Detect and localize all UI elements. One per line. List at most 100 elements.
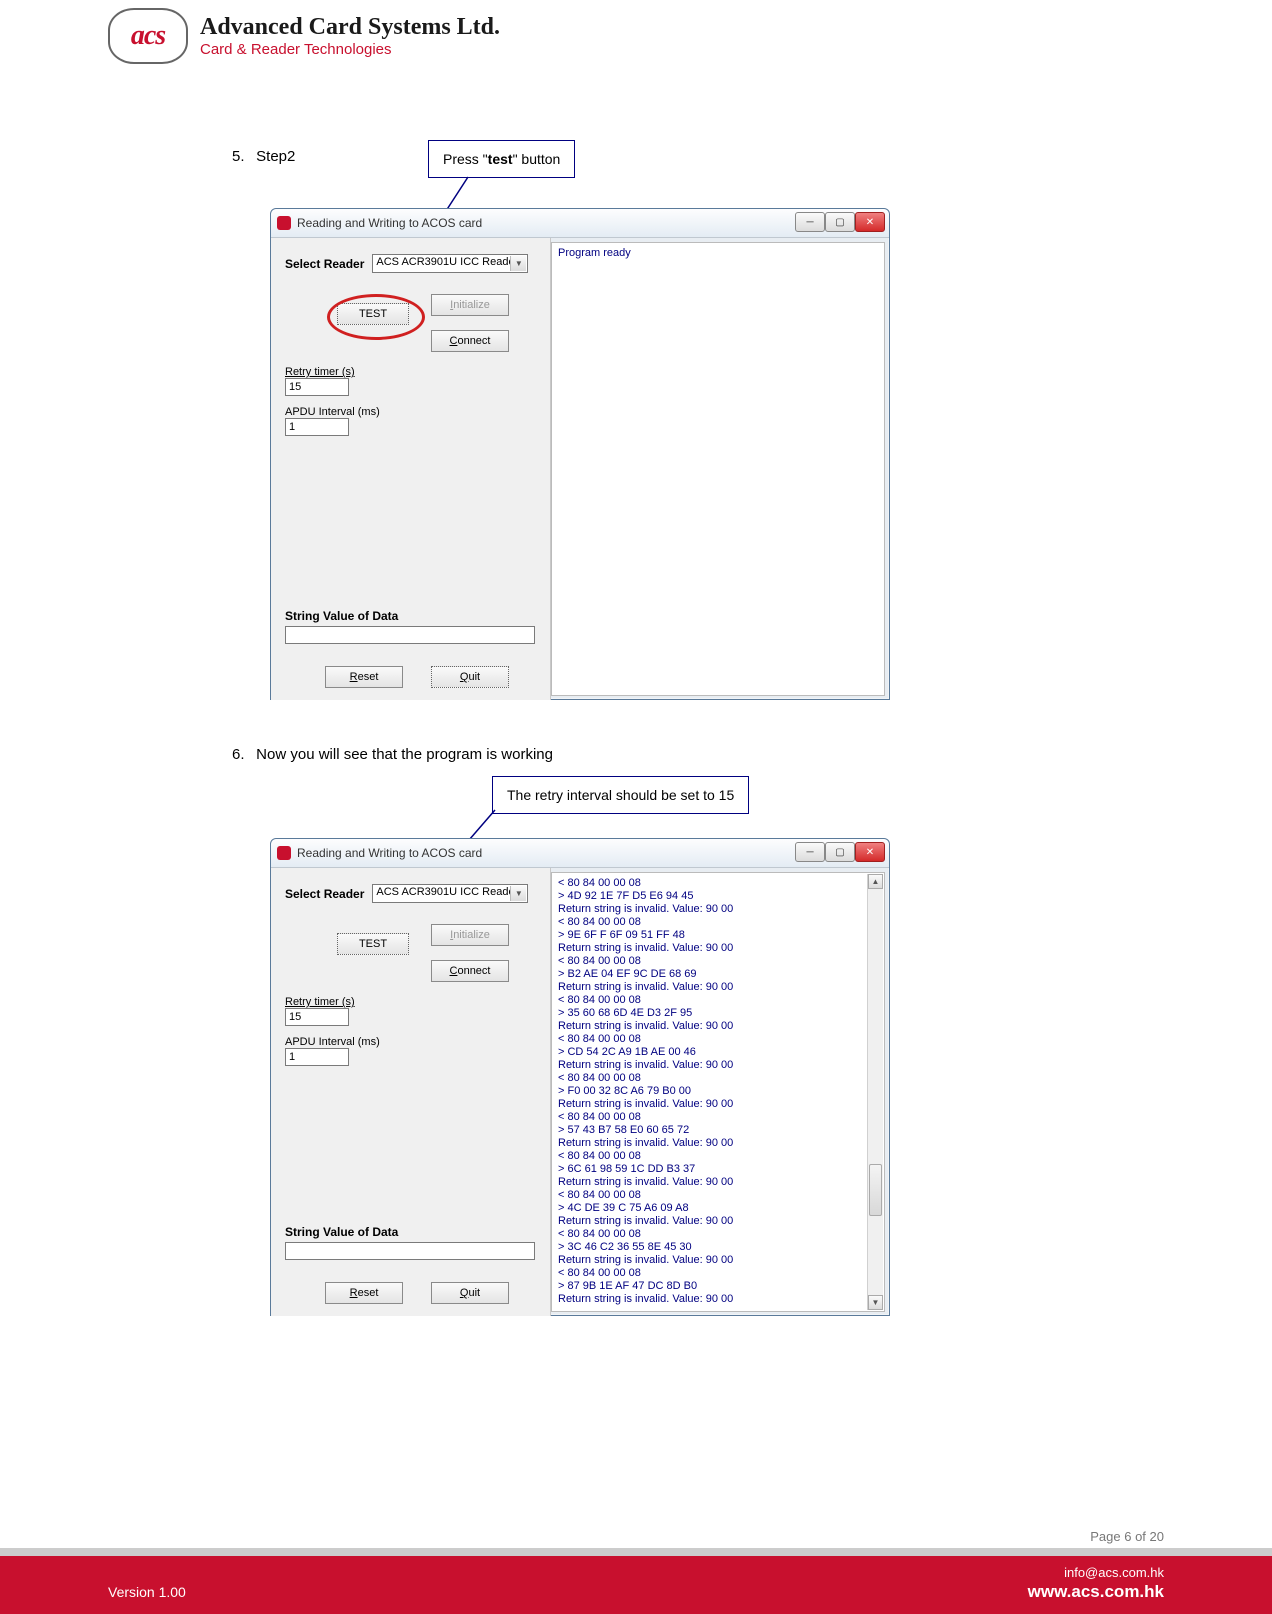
chevron-down-icon[interactable]: ▼: [510, 256, 526, 271]
app-window-1: Reading and Writing to ACOS card ─ ▢ ✕ S…: [270, 208, 890, 700]
chevron-down-icon[interactable]: ▼: [510, 886, 526, 901]
window-body: Select Reader ACS ACR3901U ICC Reade ▼ T…: [271, 238, 889, 700]
log-line: < 80 84 00 00 08: [558, 955, 878, 968]
retry-timer-label: Retry timer (s): [285, 996, 355, 1008]
log-line: > 6C 61 98 59 1C DD B3 37: [558, 1163, 878, 1176]
log-line: > 4D 92 1E 7F D5 E6 94 45: [558, 890, 878, 903]
log-line: < 80 84 00 00 08: [558, 1111, 878, 1124]
retry-timer-label: Retry timer (s): [285, 366, 355, 378]
left-panel: Select Reader ACS ACR3901U ICC Reade ▼ T…: [271, 238, 551, 700]
log-line: Return string is invalid. Value: 90 00: [558, 1098, 878, 1111]
log-line: < 80 84 00 00 08: [558, 1033, 878, 1046]
test-button[interactable]: TEST: [337, 933, 409, 955]
window-favicon: [277, 216, 291, 230]
log-line: < 80 84 00 00 08: [558, 1189, 878, 1202]
log-line: Return string is invalid. Value: 90 00: [558, 1137, 878, 1150]
document-page: acs Advanced Card Systems Ltd. Card & Re…: [0, 0, 1272, 1614]
footer-bar: Version 1.00 info@acs.com.hk www.acs.com…: [0, 1556, 1272, 1614]
step-5-text: Step2: [256, 148, 295, 165]
initialize-button[interactable]: Initialize: [431, 294, 509, 316]
brand-subtitle: Card & Reader Technologies: [200, 41, 500, 58]
quit-button[interactable]: Quit: [431, 1282, 509, 1304]
apdu-interval-label: APDU Interval (ms): [285, 1036, 380, 1048]
log-line: > 9E 6F F 6F 09 51 FF 48: [558, 929, 878, 942]
log-line: < 80 84 00 00 08: [558, 1228, 878, 1241]
log-line: < 80 84 00 00 08: [558, 1072, 878, 1085]
log-line: Return string is invalid. Value: 90 00: [558, 1059, 878, 1072]
select-reader-label: Select Reader: [285, 257, 364, 271]
logo-text: acs: [131, 20, 165, 52]
minimize-button[interactable]: ─: [795, 842, 825, 862]
acs-logo: acs: [108, 8, 188, 64]
log-line: Return string is invalid. Value: 90 00: [558, 903, 878, 916]
log-line: > 3C 46 C2 36 55 8E 45 30: [558, 1241, 878, 1254]
maximize-button[interactable]: ▢: [825, 212, 855, 232]
step-6: 6. Now you will see that the program is …: [232, 746, 553, 763]
callout-retry-interval: The retry interval should be set to 15: [492, 776, 749, 814]
log-line: > B2 AE 04 EF 9C DE 68 69: [558, 968, 878, 981]
retry-timer-input[interactable]: [285, 378, 349, 396]
log-line: < 80 84 00 00 08: [558, 877, 878, 890]
brand-title: Advanced Card Systems Ltd.: [200, 14, 500, 41]
connect-button[interactable]: Connect: [431, 330, 509, 352]
window-titlebar[interactable]: Reading and Writing to ACOS card ─ ▢ ✕: [271, 839, 889, 868]
grey-divider-bar: [0, 1548, 1272, 1556]
scroll-up-arrow[interactable]: ▲: [868, 874, 883, 889]
log-line: Return string is invalid. Value: 90 00: [558, 1254, 878, 1267]
version-text: Version 1.00: [108, 1584, 186, 1600]
reader-combo[interactable]: ACS ACR3901U ICC Reade ▼: [372, 254, 528, 273]
window-favicon: [277, 846, 291, 860]
brand-text: Advanced Card Systems Ltd. Card & Reader…: [200, 14, 500, 58]
log-line: Return string is invalid. Value: 90 00: [558, 1293, 878, 1306]
log-line: < 80 84 00 00 08: [558, 994, 878, 1007]
apdu-interval-input[interactable]: [285, 1048, 349, 1066]
footer-email: info@acs.com.hk: [1064, 1565, 1164, 1580]
window-body: Select Reader ACS ACR3901U ICC Reade ▼ T…: [271, 868, 889, 1316]
select-reader-label: Select Reader: [285, 887, 364, 901]
scroll-thumb[interactable]: [869, 1164, 882, 1216]
log-line: Return string is invalid. Value: 90 00: [558, 1020, 878, 1033]
quit-button[interactable]: Quit: [431, 666, 509, 688]
reset-button[interactable]: Reset: [325, 666, 403, 688]
log-line: Return string is invalid. Value: 90 00: [558, 1215, 878, 1228]
step-6-text: Now you will see that the program is wor…: [256, 746, 553, 763]
step-5-number: 5.: [232, 148, 252, 165]
minimize-button[interactable]: ─: [795, 212, 825, 232]
window-title: Reading and Writing to ACOS card: [297, 216, 482, 230]
maximize-button[interactable]: ▢: [825, 842, 855, 862]
initialize-button[interactable]: Initialize: [431, 924, 509, 946]
string-value-input[interactable]: [285, 1242, 535, 1260]
scrollbar[interactable]: ▲ ▼: [867, 874, 883, 1310]
close-button[interactable]: ✕: [855, 212, 885, 232]
window-controls: ─ ▢ ✕: [795, 842, 885, 862]
close-button[interactable]: ✕: [855, 842, 885, 862]
log-line: Return string is invalid. Value: 90 00: [558, 1176, 878, 1189]
window-controls: ─ ▢ ✕: [795, 212, 885, 232]
app-window-2: Reading and Writing to ACOS card ─ ▢ ✕ S…: [270, 838, 890, 1316]
scroll-down-arrow[interactable]: ▼: [868, 1295, 883, 1310]
log-line: > CD 54 2C A9 1B AE 00 46: [558, 1046, 878, 1059]
page-number: Page 6 of 20: [1090, 1529, 1164, 1544]
retry-timer-input[interactable]: [285, 1008, 349, 1026]
log-line: < 80 84 00 00 08: [558, 916, 878, 929]
log-line: > 87 9B 1E AF 47 DC 8D B0: [558, 1280, 878, 1293]
log-line: > 57 43 B7 58 E0 60 65 72: [558, 1124, 878, 1137]
log-line: < 80 84 00 00 08: [558, 1150, 878, 1163]
callout-press-test: Press "test" button: [428, 140, 575, 178]
string-value-label: String Value of Data: [285, 1225, 535, 1239]
log-ready-text: Program ready: [558, 247, 878, 260]
string-value-input[interactable]: [285, 626, 535, 644]
apdu-interval-input[interactable]: [285, 418, 349, 436]
log-line: Return string is invalid. Value: 90 00: [558, 981, 878, 994]
window-titlebar[interactable]: Reading and Writing to ACOS card ─ ▢ ✕: [271, 209, 889, 238]
log-line: Return string is invalid. Value: 90 00: [558, 942, 878, 955]
reader-combo[interactable]: ACS ACR3901U ICC Reade ▼: [372, 884, 528, 903]
reset-button[interactable]: Reset: [325, 1282, 403, 1304]
log-panel-1: Program ready: [551, 242, 885, 696]
test-button[interactable]: TEST: [337, 303, 409, 325]
step-6-number: 6.: [232, 746, 252, 763]
log-line: < 80 84 00 00 08: [558, 1267, 878, 1280]
connect-button[interactable]: Connect: [431, 960, 509, 982]
log-line: > 4C DE 39 C 75 A6 09 A8: [558, 1202, 878, 1215]
log-line: > 35 60 68 6D 4E D3 2F 95: [558, 1007, 878, 1020]
